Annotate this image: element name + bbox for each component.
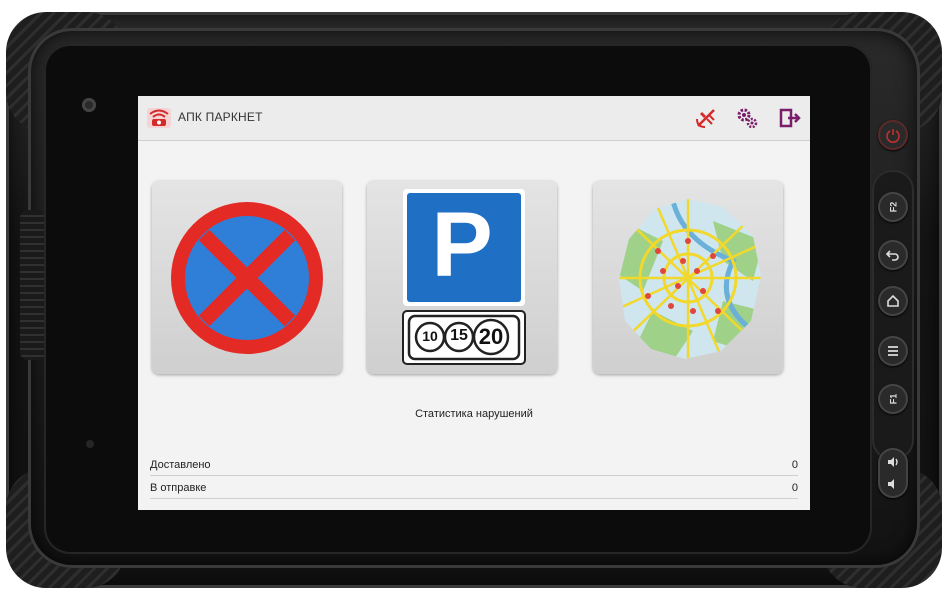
stats-row-label: В отправке xyxy=(150,482,207,494)
app-bar: АПК ПАРКНЕТ xyxy=(138,96,810,141)
f2-button[interactable]: F2 xyxy=(878,192,908,222)
power-icon xyxy=(886,129,900,143)
stats-row-value: 0 xyxy=(791,482,798,494)
volume-rocker[interactable] xyxy=(878,448,908,498)
back-button[interactable] xyxy=(878,240,908,270)
f2-label: F2 xyxy=(887,201,898,213)
no-stopping-sign-icon xyxy=(171,202,323,354)
front-camera xyxy=(82,98,96,112)
stats-title: Статистика нарушений xyxy=(415,408,533,420)
gps-off-icon[interactable] xyxy=(694,106,718,130)
f1-button[interactable]: F1 xyxy=(878,384,908,414)
back-arrow-icon xyxy=(885,250,899,261)
tile-grid: P 10 15 20 xyxy=(138,181,810,381)
stats-row-label: Доставлено xyxy=(150,459,211,471)
f1-label: F1 xyxy=(887,393,898,405)
parking-zone-10: 10 xyxy=(422,328,438,344)
app-title: АПК ПАРКНЕТ xyxy=(178,110,263,124)
logout-icon[interactable] xyxy=(778,106,802,130)
volume-up-icon xyxy=(888,457,898,467)
settings-gears-icon[interactable] xyxy=(735,106,759,130)
parking-zone-15: 15 xyxy=(450,327,468,344)
map-tile[interactable] xyxy=(593,181,783,374)
side-grip xyxy=(20,210,46,360)
stats-row: Доставлено 0 xyxy=(150,455,798,476)
parking-letter: P xyxy=(431,194,493,296)
stats-row-value: 0 xyxy=(791,459,798,471)
no-stopping-tile[interactable] xyxy=(152,181,342,374)
menu-button[interactable] xyxy=(878,336,908,366)
app-screen: АПК ПАРКНЕТ P 10 15 20 Статистика наруше… xyxy=(138,96,810,510)
app-logo-icon xyxy=(147,108,171,128)
light-sensor xyxy=(86,440,94,448)
paid-parking-tile[interactable]: P 10 15 20 xyxy=(367,181,557,374)
power-button[interactable] xyxy=(878,120,908,150)
stats-row: В отправке 0 xyxy=(150,478,798,499)
home-button[interactable] xyxy=(878,286,908,316)
volume-down-icon xyxy=(888,479,894,489)
home-icon xyxy=(887,294,899,307)
parking-zone-20: 20 xyxy=(478,324,504,349)
menu-icon xyxy=(888,346,898,356)
city-map-icon xyxy=(619,199,761,359)
